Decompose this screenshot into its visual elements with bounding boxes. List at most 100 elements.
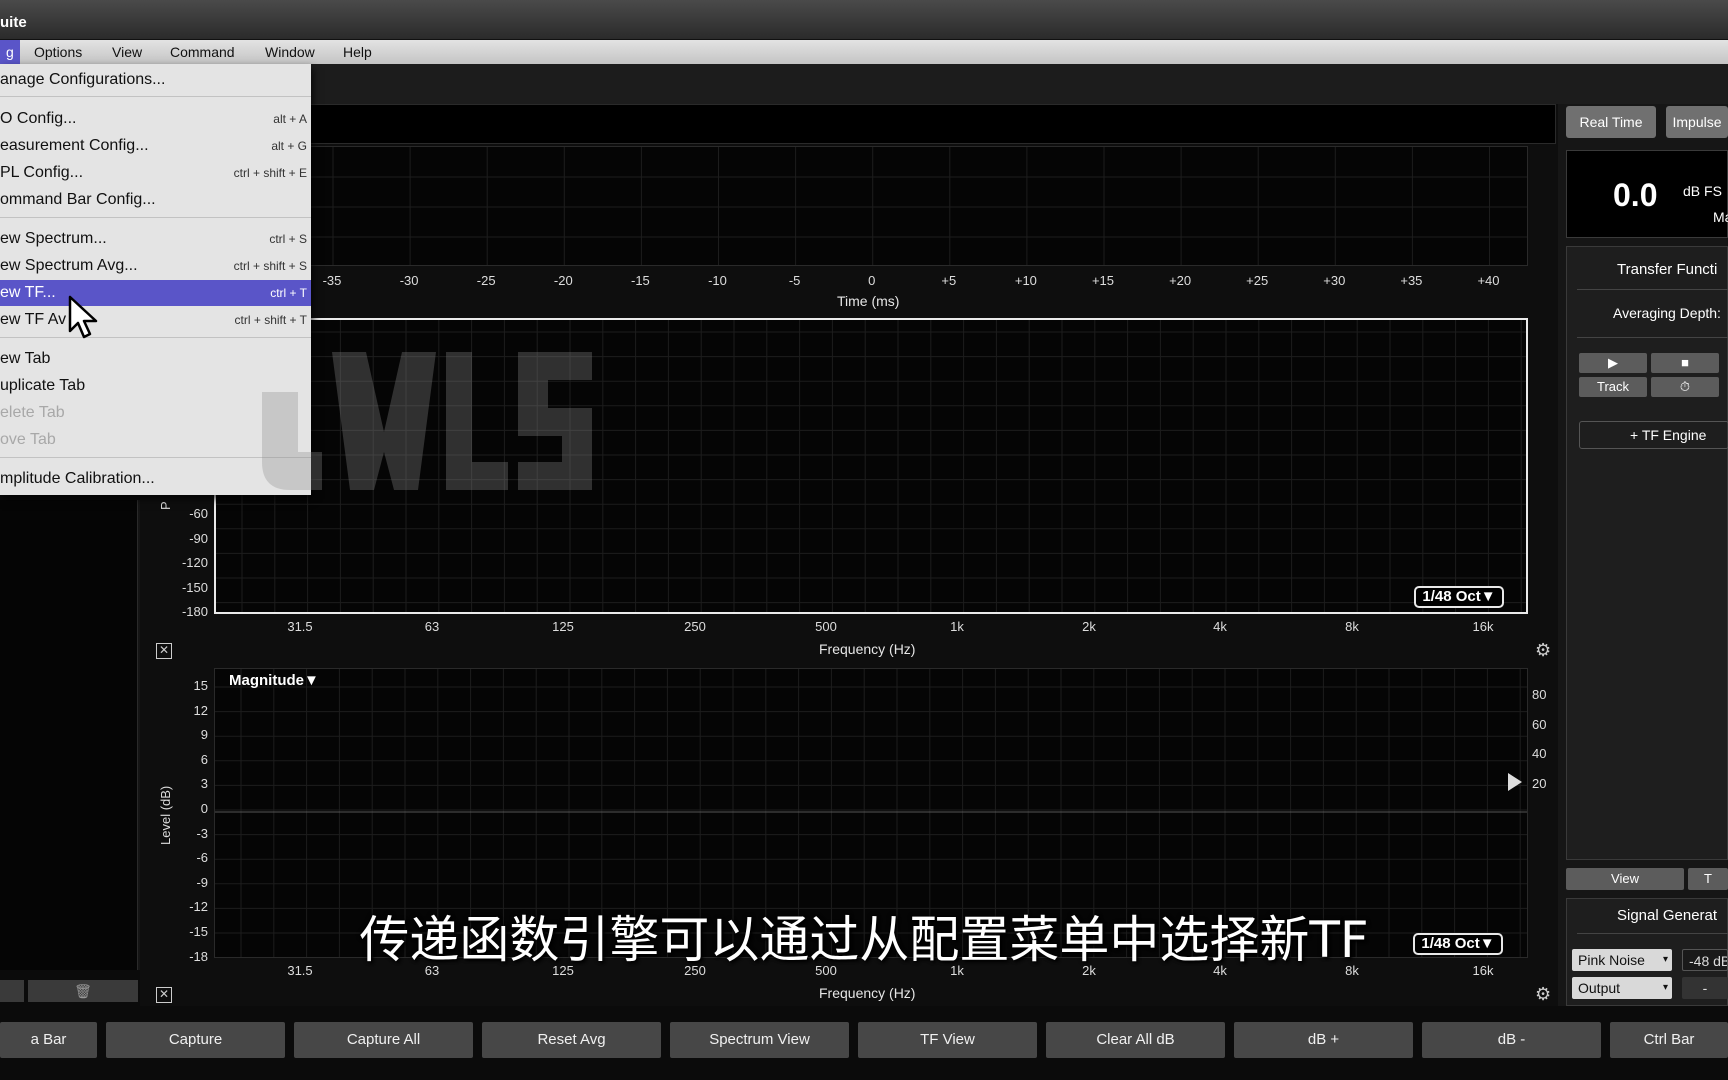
phase-x-title: Frequency (Hz) xyxy=(819,641,916,657)
menu-item-amplitude-calibration[interactable]: mplitude Calibration... xyxy=(0,466,311,492)
magnitude-close-icon[interactable]: ✕ xyxy=(156,987,172,1003)
cmd-capture-all[interactable]: Capture All xyxy=(294,1022,473,1058)
cmd-capture[interactable]: Capture xyxy=(106,1022,285,1058)
config-dropdown-menu: anage Configurations... O Config... alt +… xyxy=(0,64,311,495)
mouse-cursor-icon xyxy=(68,295,98,339)
phase-y-tick: -60 xyxy=(189,506,208,521)
window-title: uite xyxy=(0,14,27,31)
minus-button[interactable]: - xyxy=(1682,977,1728,999)
menu-help[interactable]: Help xyxy=(337,40,378,64)
phase-x-tick: 16k xyxy=(1472,619,1494,634)
menu-item-measurement-config[interactable]: easurement Config... alt + G xyxy=(0,133,311,159)
cmd-clear-all-db[interactable]: Clear All dB xyxy=(1046,1022,1225,1058)
impulse-grid xyxy=(151,147,1527,265)
menu-view[interactable]: View xyxy=(106,40,148,64)
menu-item-new-tab[interactable]: ew Tab xyxy=(0,346,311,372)
magnitude-y-tick: -3 xyxy=(196,825,208,841)
menu-command[interactable]: Command xyxy=(164,40,241,64)
phase-x-tick: 4k xyxy=(1213,619,1227,634)
tab-impulse[interactable]: Impulse xyxy=(1666,106,1728,138)
coherence-y-tick: 80 xyxy=(1532,687,1547,702)
menu-item-io-config[interactable]: O Config... alt + A xyxy=(0,106,311,132)
impulse-x-tick: +5 xyxy=(941,273,957,288)
track-button[interactable]: Track xyxy=(1579,377,1647,397)
phase-y-tick: -90 xyxy=(189,530,208,546)
phase-x-tick: 500 xyxy=(815,619,837,634)
impulse-x-tick: -25 xyxy=(476,273,496,288)
magnitude-y-tick: -9 xyxy=(196,874,208,890)
tf-engine-panel: Transfer Functi Averaging Depth: ▶ ■ Tra… xyxy=(1566,246,1728,860)
menu-item-command-bar-config[interactable]: ommand Bar Config... xyxy=(0,187,311,213)
cmd-db-plus[interactable]: dB + xyxy=(1234,1022,1413,1058)
magnitude-mode-dropdown[interactable]: Magnitude▼ xyxy=(229,672,319,689)
magnitude-y-tick: 3 xyxy=(200,776,208,792)
phase-x-tick: 31.5 xyxy=(287,619,313,634)
menu-config[interactable]: g xyxy=(0,40,20,64)
menu-item-new-spectrum[interactable]: ew Spectrum... ctrl + S xyxy=(0,226,311,252)
impulse-x-tick: -15 xyxy=(630,273,650,288)
view-tab[interactable]: View xyxy=(1566,868,1684,890)
phase-x-tick: 8k xyxy=(1345,619,1359,634)
tf-divider-2 xyxy=(1577,337,1728,338)
stop-icon: ■ xyxy=(1681,355,1689,370)
cmd-reset-avg[interactable]: Reset Avg xyxy=(482,1022,661,1058)
phase-smoothing-button[interactable]: 1/48 Oct▼ xyxy=(1414,586,1504,608)
impulse-x-tick: +40 xyxy=(1477,273,1500,288)
coherence-y-tick: 60 xyxy=(1532,716,1547,732)
impulse-x-tick: -10 xyxy=(708,273,727,288)
impulse-x-tick: +35 xyxy=(1400,273,1423,288)
menu-separator xyxy=(0,457,311,458)
coherence-y-tick: 40 xyxy=(1532,746,1547,761)
menu-item-duplicate-tab[interactable]: uplicate Tab xyxy=(0,373,311,399)
impulse-x-tick: +15 xyxy=(1091,273,1115,288)
add-tf-engine-button[interactable]: + TF Engine xyxy=(1579,421,1728,449)
phase-y-tick: -120 xyxy=(181,555,208,571)
cmd-data-bar[interactable]: a Bar xyxy=(0,1022,97,1058)
magnitude-y-tick: 9 xyxy=(200,727,208,743)
magnitude-y-tick: 15 xyxy=(193,678,208,693)
cmd-tf-view[interactable]: TF View xyxy=(858,1022,1037,1058)
menu-bar: g Options View Command Window Help xyxy=(0,40,1728,64)
phase-x-tick: 2k xyxy=(1082,619,1096,634)
tab-real-time[interactable]: Real Time xyxy=(1566,106,1656,138)
cmd-db-minus[interactable]: dB - xyxy=(1422,1022,1601,1058)
tf-header: Transfer Functi xyxy=(1617,261,1718,278)
phase-plot[interactable]: 1/48 Oct▼ xyxy=(214,318,1528,614)
menu-options[interactable]: Options xyxy=(28,40,88,64)
impulse-x-tick: -20 xyxy=(553,273,573,288)
magnitude-y-label: Level (dB) xyxy=(158,785,173,845)
magnitude-gear-icon[interactable]: ⚙ xyxy=(1535,984,1551,1005)
menu-item-move-tab: ove Tab xyxy=(0,431,56,448)
timer-button[interactable]: ⏱ xyxy=(1651,377,1719,397)
menu-item-new-spectrum-avg[interactable]: ew Spectrum Avg... ctrl + shift + S xyxy=(0,253,311,279)
menu-item-new-tf[interactable]: ew TF... ctrl + T xyxy=(0,280,311,306)
impulse-x-tick: +10 xyxy=(1014,273,1037,288)
play-button[interactable]: ▶ xyxy=(1579,353,1647,373)
menu-item-manage-configurations[interactable]: anage Configurations... xyxy=(0,67,311,93)
menu-window[interactable]: Window xyxy=(259,40,321,64)
title-bar: uite xyxy=(0,0,1728,40)
stop-button[interactable]: ■ xyxy=(1651,353,1719,373)
coherence-marker-icon[interactable] xyxy=(1508,773,1522,791)
output-select[interactable]: Output ▾ xyxy=(1572,977,1672,999)
phase-close-icon[interactable]: ✕ xyxy=(156,643,172,659)
phase-gear-icon[interactable]: ⚙ xyxy=(1535,640,1551,661)
phase-x-tick: 1k xyxy=(950,619,964,634)
averaging-label: Averaging Depth: xyxy=(1613,305,1721,321)
play-icon: ▶ xyxy=(1608,355,1618,370)
add-item-button[interactable] xyxy=(0,980,24,1002)
impulse-plot[interactable] xyxy=(150,146,1528,266)
magnitude-y-tick: -6 xyxy=(196,850,208,866)
t-tab[interactable]: T xyxy=(1688,868,1728,890)
impulse-x-tick: -30 xyxy=(399,273,419,288)
output-chevron-icon: ▾ xyxy=(1662,982,1668,993)
output-value: Output xyxy=(1578,980,1621,996)
delete-button[interactable]: 🗑 xyxy=(28,980,138,1002)
meter-unit: dB FS xyxy=(1683,183,1722,199)
menu-item-new-tf-avg[interactable]: ew TF Av ctrl + shift + T xyxy=(0,307,311,333)
impulse-x-title: Time (ms) xyxy=(837,293,900,309)
cmd-ctrl-bar[interactable]: Ctrl Bar xyxy=(1610,1022,1728,1058)
menu-item-spl-config[interactable]: PL Config... ctrl + shift + E xyxy=(0,160,311,186)
phase-x-tick: 63 xyxy=(424,619,440,634)
cmd-spectrum-view[interactable]: Spectrum View xyxy=(670,1022,849,1058)
